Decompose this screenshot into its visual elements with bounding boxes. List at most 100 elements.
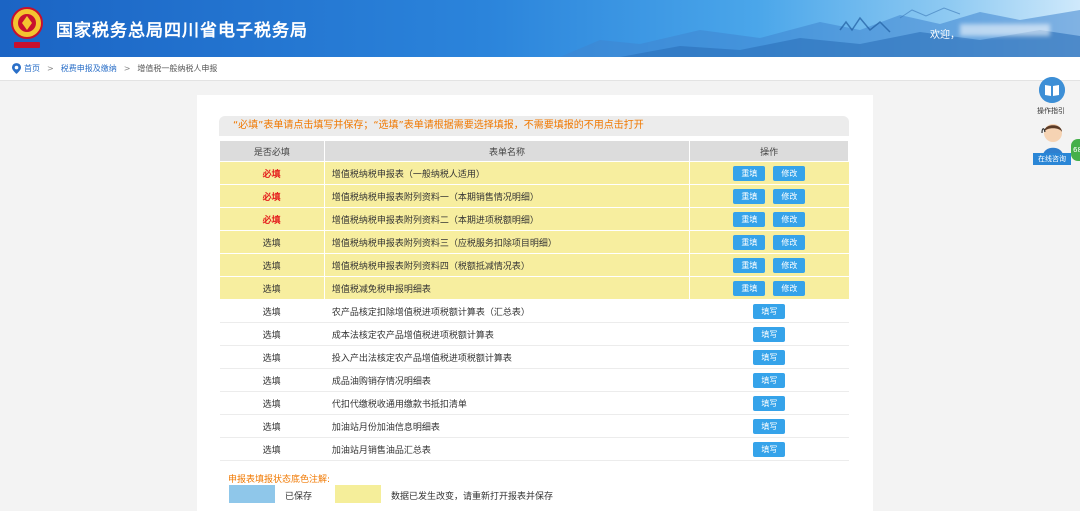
service-agent-avatar-icon[interactable] (1034, 118, 1072, 156)
form-name: 增值税纳税申报表附列资料二（本期进项税额明细） (323, 207, 691, 231)
side-badge[interactable]: 68 (1071, 139, 1080, 161)
fill-button[interactable]: 填写 (753, 349, 786, 365)
required-flag: 选填 (219, 368, 325, 392)
modify-button[interactable]: 修改 (773, 188, 806, 204)
required-flag: 选填 (219, 253, 325, 277)
top-banner: 国家税务总局四川省电子税务局 欢迎， (0, 0, 1080, 57)
form-actions: 填写 (689, 368, 849, 392)
column-header-form-name: 表单名称 (323, 140, 691, 162)
refill-button[interactable]: 重填 (733, 165, 766, 181)
legend-saved-swatch (229, 485, 275, 503)
required-flag: 选填 (219, 414, 325, 438)
form-actions: 填写 (689, 299, 849, 323)
table-header-row: 是否必填 表单名称 操作 (219, 140, 849, 162)
form-rows: 必填 增值税纳税申报表（一般纳税人适用） 重填 修改 必填 增值税纳税申报表附列资料一（本… (219, 161, 849, 461)
table-row: 选填 农产品核定扣除增值税进项税额计算表（汇总表） 填写 (219, 299, 849, 323)
form-name: 农产品核定扣除增值税进项税额计算表（汇总表） (323, 299, 691, 323)
table-row: 必填 增值税纳税申报表附列资料一（本期销售情况明细） 重填 修改 (219, 184, 849, 208)
legend-saved-label: 已保存 (285, 492, 313, 502)
required-flag: 选填 (219, 276, 325, 300)
form-name: 增值税纳税申报表附列资料一（本期销售情况明细） (323, 184, 691, 208)
form-name: 成品油购销存情况明细表 (323, 368, 691, 392)
table-row: 选填 代扣代缴税收通用缴款书抵扣清单 填写 (219, 391, 849, 415)
refill-button[interactable]: 重填 (733, 234, 766, 250)
breadcrumb-separator: > (123, 64, 131, 73)
required-flag: 选填 (219, 391, 325, 415)
fill-button[interactable]: 填写 (753, 395, 786, 411)
form-actions: 重填 修改 (689, 276, 849, 300)
fill-instruction-notice: “必填”表单请点击填写并保存；“选填”表单请根据需要选择填报，不需要填报的不用点… (219, 116, 849, 136)
form-actions: 填写 (689, 391, 849, 415)
declaration-panel: “必填”表单请点击填写并保存；“选填”表单请根据需要选择填报，不需要填报的不用点… (197, 95, 873, 511)
location-pin-icon (12, 63, 21, 74)
form-actions: 填写 (689, 322, 849, 346)
table-row: 选填 投入产出法核定农产品增值税进项税额计算表 填写 (219, 345, 849, 369)
modify-button[interactable]: 修改 (773, 257, 806, 273)
form-name: 加油站月销售油品汇总表 (323, 437, 691, 461)
column-header-actions: 操作 (689, 140, 849, 162)
form-name: 增值税纳税申报表附列资料三（应税服务扣除项目明细） (323, 230, 691, 254)
legend-changed-swatch (335, 485, 381, 503)
table-row: 选填 成本法核定农产品增值税进项税额计算表 填写 (219, 322, 849, 346)
breadcrumb-section[interactable]: 税费申报及缴纳 (61, 63, 117, 74)
required-flag: 选填 (219, 230, 325, 254)
username-redacted (960, 24, 1050, 36)
welcome-label: 欢迎， (930, 30, 960, 41)
form-name: 增值税纳税申报表（一般纳税人适用） (323, 161, 691, 185)
modify-button[interactable]: 修改 (773, 211, 806, 227)
modify-button[interactable]: 修改 (773, 280, 806, 296)
table-row: 选填 加油站月销售油品汇总表 填写 (219, 437, 849, 461)
guide-label[interactable]: 操作指引 (1037, 106, 1065, 116)
table-row: 选填 增值税减免税申报明细表 重填 修改 (219, 276, 849, 300)
breadcrumb-separator: > (47, 64, 54, 73)
form-name: 增值税减免税申报明细表 (323, 276, 691, 300)
book-guide-icon[interactable] (1039, 77, 1065, 103)
form-actions: 填写 (689, 414, 849, 438)
required-flag: 必填 (219, 184, 325, 208)
breadcrumb-home[interactable]: 首页 (24, 63, 40, 74)
breadcrumb-current: 增值税一般纳税人申报 (137, 64, 218, 73)
form-name: 成本法核定农产品增值税进项税额计算表 (323, 322, 691, 346)
form-name: 代扣代缴税收通用缴款书抵扣清单 (323, 391, 691, 415)
table-row: 选填 增值税纳税申报表附列资料三（应税服务扣除项目明细） 重填 修改 (219, 230, 849, 254)
refill-button[interactable]: 重填 (733, 280, 766, 296)
fill-button[interactable]: 填写 (753, 372, 786, 388)
form-name: 投入产出法核定农产品增值税进项税额计算表 (323, 345, 691, 369)
column-header-required: 是否必填 (219, 140, 325, 162)
modify-button[interactable]: 修改 (773, 234, 806, 250)
table-row: 必填 增值税纳税申报表（一般纳税人适用） 重填 修改 (219, 161, 849, 185)
required-flag: 选填 (219, 299, 325, 323)
refill-button[interactable]: 重填 (733, 188, 766, 204)
form-actions: 重填 修改 (689, 184, 849, 208)
required-flag: 选填 (219, 345, 325, 369)
form-name: 加油站月份加油信息明细表 (323, 414, 691, 438)
legend-changed-label: 数据已发生改变，请重新打开报表并保存 (391, 492, 554, 502)
table-row: 必填 增值税纳税申报表附列资料二（本期进项税额明细） 重填 修改 (219, 207, 849, 231)
form-name: 增值税纳税申报表附列资料四（税额抵减情况表） (323, 253, 691, 277)
modify-button[interactable]: 修改 (773, 165, 806, 181)
fill-button[interactable]: 填写 (753, 418, 786, 434)
refill-button[interactable]: 重填 (733, 211, 766, 227)
breadcrumb: 首页 > 税费申报及缴纳 > 增值税一般纳税人申报 (0, 57, 1080, 81)
form-actions: 重填 修改 (689, 207, 849, 231)
refill-button[interactable]: 重填 (733, 257, 766, 273)
form-actions: 填写 (689, 345, 849, 369)
table-row: 选填 成品油购销存情况明细表 填写 (219, 368, 849, 392)
form-actions: 重填 修改 (689, 161, 849, 185)
fill-button[interactable]: 填写 (753, 303, 786, 319)
site-title: 国家税务总局四川省电子税务局 (56, 21, 308, 41)
required-flag: 选填 (219, 437, 325, 461)
required-flag: 必填 (219, 161, 325, 185)
legend-title: 申报表填报状态底色注解: (228, 475, 331, 485)
online-consult-button[interactable]: 在线咨询 (1033, 153, 1071, 165)
table-row: 选填 加油站月份加油信息明细表 填写 (219, 414, 849, 438)
fill-button[interactable]: 填写 (753, 441, 786, 457)
form-actions: 重填 修改 (689, 230, 849, 254)
required-flag: 必填 (219, 207, 325, 231)
tax-emblem-logo (11, 7, 43, 48)
required-flag: 选填 (219, 322, 325, 346)
form-list-table: 是否必填 表单名称 操作 必填 增值税纳税申报表（一般纳税人适用） 重填 修改 必填 增值… (219, 140, 849, 461)
fill-button[interactable]: 填写 (753, 326, 786, 342)
form-actions: 填写 (689, 437, 849, 461)
table-row: 选填 增值税纳税申报表附列资料四（税额抵减情况表） 重填 修改 (219, 253, 849, 277)
